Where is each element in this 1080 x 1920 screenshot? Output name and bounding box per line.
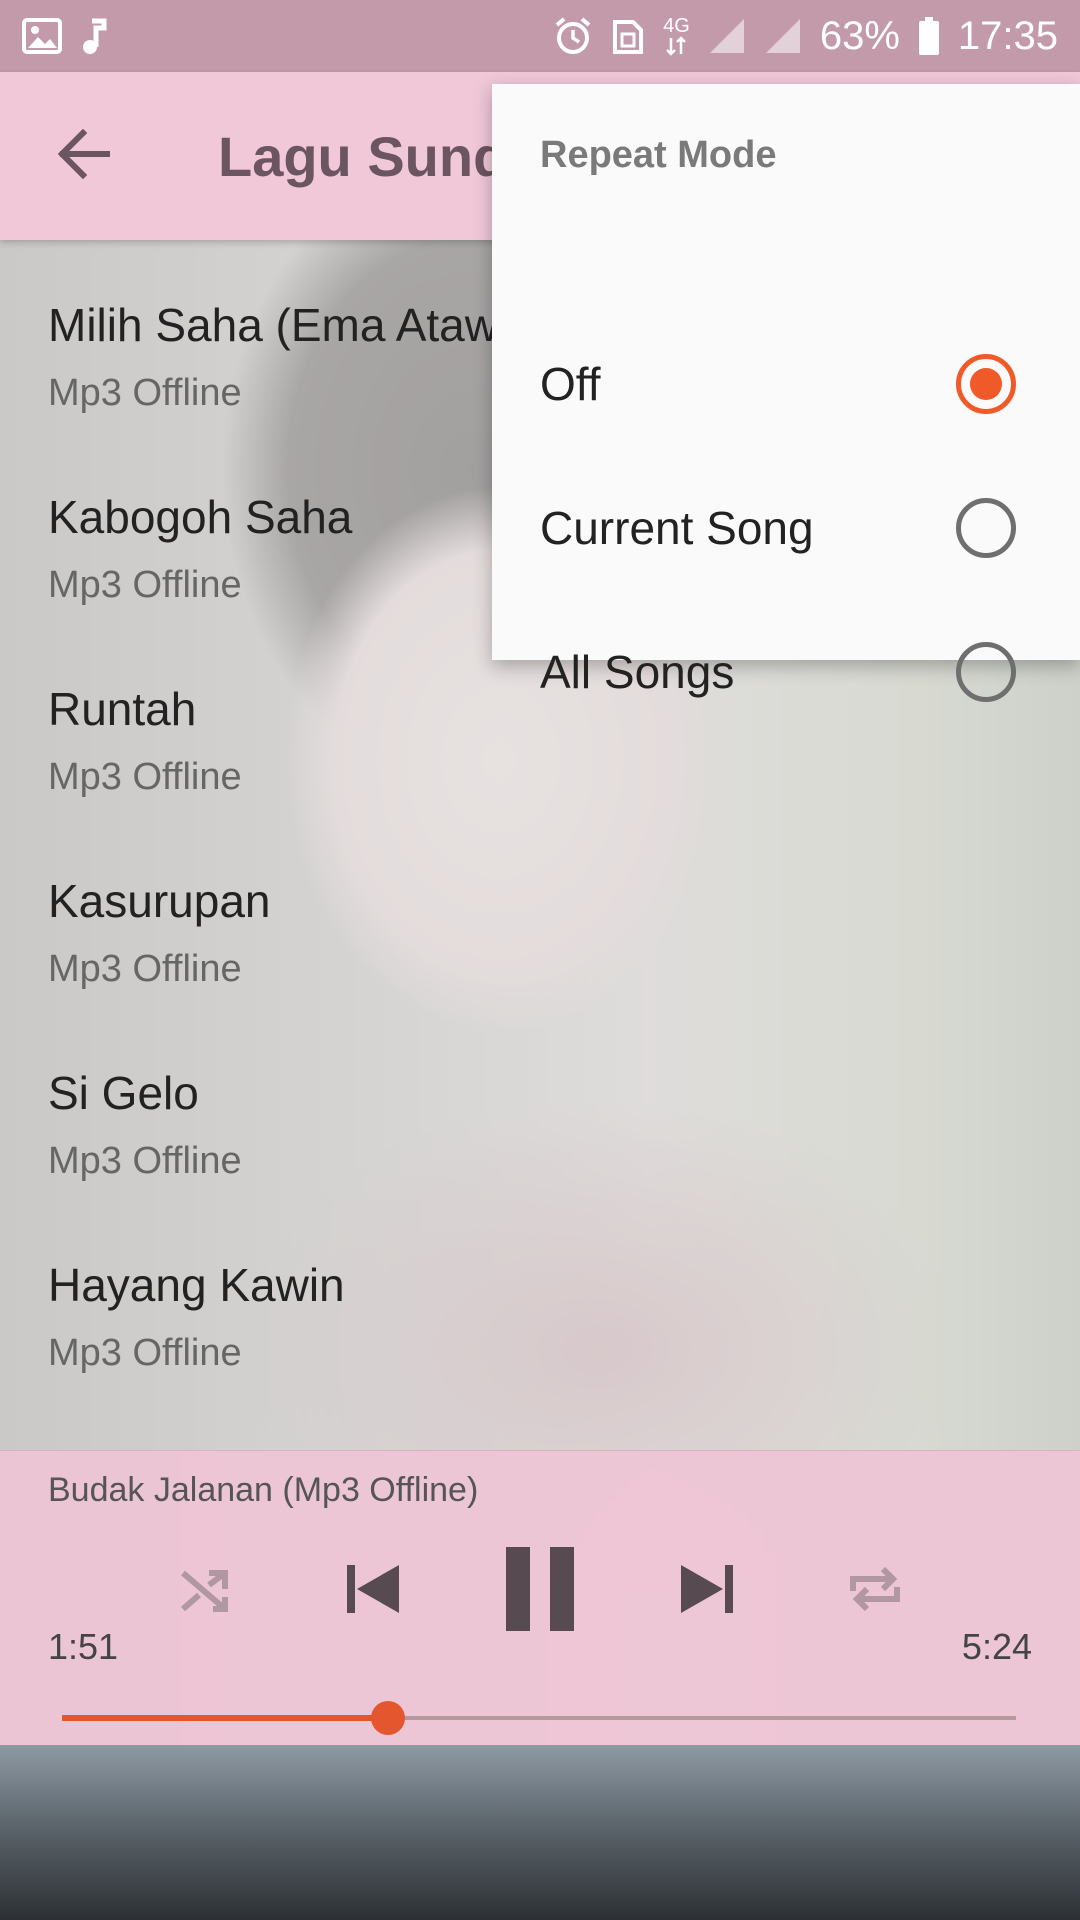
player-panel: Budak Jalanan (Mp3 Offline) 1:51 5:24	[0, 1450, 1080, 1745]
status-left-icons	[22, 17, 108, 55]
option-label: Current Song	[540, 502, 814, 554]
song-title: Kasurupan	[48, 876, 271, 927]
next-button[interactable]	[652, 1536, 762, 1646]
seek-thumb[interactable]	[371, 1701, 406, 1735]
repeat-option-off[interactable]: Off	[492, 312, 1080, 456]
list-item[interactable]: Hayang Kawin Mp3 Offline	[0, 1200, 1080, 1392]
status-right-icons: 4G 63% 17:35	[553, 14, 1058, 59]
seek-bar[interactable]	[62, 1701, 1016, 1735]
repeat-option-current-song[interactable]: Current Song	[492, 456, 1080, 600]
pause-icon	[500, 1544, 580, 1639]
song-title: Si Gelo	[48, 1068, 199, 1119]
menu-title: Repeat Mode	[540, 134, 777, 176]
network-type: 4G	[663, 15, 690, 37]
repeat-mode-menu: Repeat Mode Off Current Song All Songs	[492, 84, 1080, 702]
previous-button[interactable]	[318, 1536, 428, 1646]
now-playing-title: Budak Jalanan (Mp3 Offline)	[48, 1471, 479, 1509]
data-arrows-icon: 4G	[663, 16, 690, 56]
signal-icon	[708, 17, 746, 55]
current-time: 1:51	[48, 1626, 119, 1667]
status-bar: 4G 63% 17:35	[0, 0, 1080, 72]
clock: 17:35	[957, 13, 1058, 58]
next-icon	[677, 1559, 737, 1624]
option-label: All Songs	[540, 646, 735, 698]
list-item[interactable]: Si Gelo Mp3 Offline	[0, 1008, 1080, 1200]
song-subtitle: Mp3 Offline	[48, 755, 242, 798]
radio-button[interactable]	[956, 642, 1016, 702]
song-subtitle: Mp3 Offline	[48, 1139, 242, 1182]
pause-button[interactable]	[485, 1536, 595, 1646]
song-subtitle: Mp3 Offline	[48, 947, 242, 990]
signal-icon	[764, 17, 802, 55]
song-subtitle: Mp3 Offline	[48, 1331, 242, 1374]
radio-button[interactable]	[956, 498, 1016, 558]
page-title: Lagu Sunda	[218, 124, 539, 188]
song-title: Hayang Kawin	[48, 1260, 345, 1311]
nfc-icon	[611, 16, 645, 56]
image-icon	[22, 18, 62, 54]
player-controls	[0, 1536, 1080, 1646]
back-button[interactable]	[0, 72, 168, 240]
alarm-icon	[553, 16, 593, 56]
background-bottom-strip	[0, 1745, 1080, 1920]
shuffle-icon	[177, 1561, 233, 1622]
list-item[interactable]: Kasurupan Mp3 Offline	[0, 816, 1080, 1008]
repeat-button[interactable]	[820, 1536, 930, 1646]
previous-icon	[343, 1559, 403, 1624]
battery-icon	[918, 16, 940, 56]
music-note-icon	[80, 17, 108, 55]
battery-percent: 63%	[819, 13, 900, 58]
radio-button[interactable]	[956, 354, 1016, 414]
shuffle-button[interactable]	[150, 1536, 260, 1646]
repeat-option-all-songs[interactable]: All Songs	[492, 600, 1080, 744]
seek-progress	[62, 1715, 389, 1721]
total-time: 5:24	[961, 1626, 1032, 1667]
repeat-icon	[845, 1559, 905, 1624]
option-label: Off	[540, 358, 601, 410]
arrow-back-icon	[57, 128, 111, 184]
